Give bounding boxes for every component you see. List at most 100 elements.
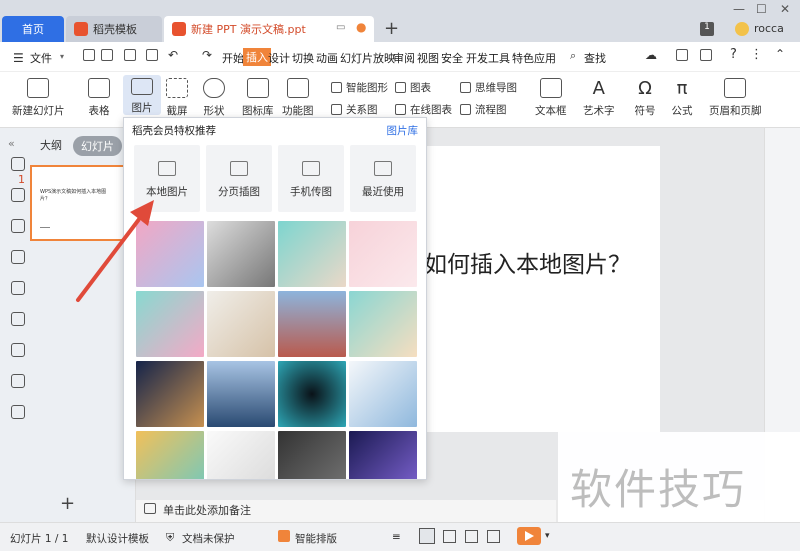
stock-image[interactable] bbox=[207, 221, 275, 287]
stock-image[interactable] bbox=[278, 431, 346, 479]
flow-chart-button[interactable]: 流程图 bbox=[460, 102, 507, 117]
help-icon[interactable]: ? bbox=[730, 47, 737, 62]
notes-placeholder[interactable]: 单击此处添加备注 bbox=[163, 502, 251, 518]
avatar[interactable] bbox=[735, 22, 749, 36]
stock-image[interactable] bbox=[349, 361, 417, 427]
header-footer-button[interactable]: 页眉和页脚 bbox=[709, 78, 762, 118]
stock-image[interactable] bbox=[207, 431, 275, 479]
menu-design[interactable]: 设计 bbox=[268, 50, 290, 66]
stock-image[interactable] bbox=[136, 431, 204, 479]
stock-image[interactable] bbox=[207, 361, 275, 427]
menu-review[interactable]: 审阅 bbox=[393, 50, 415, 66]
phone-upload-button[interactable]: 手机传图 bbox=[278, 145, 344, 212]
recent-button[interactable]: 最近使用 bbox=[350, 145, 416, 212]
bar-chart-icon[interactable] bbox=[11, 312, 25, 326]
image-pane-icon[interactable] bbox=[11, 374, 25, 388]
screenshot-button[interactable]: 截屏 bbox=[166, 78, 188, 118]
animation-icon[interactable] bbox=[11, 157, 25, 171]
protect-status[interactable]: 文档未保护 bbox=[182, 531, 235, 546]
icon-library-button[interactable]: 图标库 bbox=[242, 78, 274, 118]
art-text-button[interactable]: A 艺术字 bbox=[583, 78, 615, 118]
stock-image[interactable] bbox=[278, 361, 346, 427]
adjust-icon[interactable] bbox=[11, 343, 25, 357]
play-button[interactable] bbox=[517, 527, 541, 545]
preview-icon[interactable] bbox=[146, 49, 158, 61]
add-slide-button[interactable]: + bbox=[60, 493, 75, 514]
slide-title[interactable]: 如何插入本地图片？ bbox=[424, 250, 634, 281]
theme-name[interactable]: 默认设计模板 bbox=[86, 531, 149, 546]
screen-icon[interactable]: ▭ bbox=[336, 22, 345, 33]
hamburger-icon[interactable]: ☰ bbox=[13, 51, 24, 65]
export-pane-icon[interactable] bbox=[11, 405, 25, 419]
smart-shape-button[interactable]: 智能图形 bbox=[331, 80, 388, 95]
search-icon[interactable]: ⌕ bbox=[570, 49, 576, 63]
reading-view-icon[interactable] bbox=[465, 530, 478, 543]
stock-image[interactable] bbox=[136, 361, 204, 427]
function-chart-button[interactable]: 功能图 bbox=[282, 78, 314, 118]
stock-image[interactable] bbox=[278, 221, 346, 287]
page-illustration-button[interactable]: 分页插图 bbox=[206, 145, 272, 212]
shape-pane-icon[interactable] bbox=[11, 219, 25, 233]
menu-animation[interactable]: 动画 bbox=[316, 50, 338, 66]
stock-image[interactable] bbox=[349, 431, 417, 479]
chevron-down-icon[interactable]: ▾ bbox=[60, 52, 64, 61]
menu-insert[interactable]: 插入 bbox=[243, 48, 271, 66]
play-chevron-down-icon[interactable]: ▾ bbox=[545, 531, 550, 541]
notes-view-icon[interactable] bbox=[487, 530, 500, 543]
user-name[interactable]: rocca bbox=[754, 22, 784, 35]
slide-canvas[interactable] bbox=[424, 146, 660, 432]
window-count-badge[interactable]: 1 bbox=[700, 22, 714, 36]
menu-developer[interactable]: 开发工具 bbox=[466, 50, 510, 66]
stock-image[interactable] bbox=[207, 291, 275, 357]
undo-icon[interactable]: ↶ bbox=[168, 48, 178, 62]
print-icon[interactable] bbox=[124, 49, 136, 61]
close-icon[interactable]: ✕ bbox=[780, 2, 790, 16]
menu-features[interactable]: 特色应用 bbox=[512, 50, 556, 66]
align-icon[interactable]: ≡ bbox=[392, 531, 401, 543]
stock-image[interactable] bbox=[349, 291, 417, 357]
menu-start[interactable]: 开始 bbox=[222, 50, 244, 66]
online-chart-button[interactable]: 在线图表 bbox=[395, 102, 452, 117]
mind-map-button[interactable]: 思维导图 bbox=[460, 80, 517, 95]
more-icon[interactable]: ⋮ bbox=[750, 47, 763, 62]
grid-icon[interactable] bbox=[11, 281, 25, 295]
cloud-icon[interactable]: ☁ bbox=[645, 48, 657, 62]
fill-icon[interactable] bbox=[11, 250, 25, 264]
symbol-button[interactable]: Ω 符号 bbox=[634, 78, 656, 118]
menu-transition[interactable]: 切换 bbox=[292, 50, 314, 66]
collapse-panel-icon[interactable]: « bbox=[8, 137, 15, 150]
picture-button[interactable]: 图片 bbox=[123, 75, 161, 115]
menu-view[interactable]: 视图 bbox=[417, 50, 439, 66]
chart-button[interactable]: 图表 bbox=[395, 80, 431, 95]
share-icon[interactable] bbox=[676, 49, 688, 61]
menu-security[interactable]: 安全 bbox=[441, 50, 463, 66]
tab-slides[interactable]: 幻灯片 bbox=[73, 136, 122, 156]
shape-button[interactable]: 形状 bbox=[203, 78, 225, 118]
tab-outline[interactable]: 大纲 bbox=[40, 137, 62, 153]
export-icon[interactable] bbox=[101, 49, 113, 61]
tab-template[interactable]: 稻壳模板 bbox=[66, 16, 162, 42]
stock-image[interactable] bbox=[349, 221, 417, 287]
sorter-view-icon[interactable] bbox=[443, 530, 456, 543]
stock-image[interactable] bbox=[278, 291, 346, 357]
table-button[interactable]: 表格 bbox=[88, 78, 110, 118]
collapse-ribbon-icon[interactable]: ⌃ bbox=[775, 47, 785, 61]
relation-button[interactable]: 关系图 bbox=[331, 102, 378, 117]
menu-slideshow[interactable]: 幻灯片放映 bbox=[340, 50, 395, 66]
tab-document[interactable]: 新建 PPT 演示文稿.ppt ▭ ● bbox=[164, 16, 374, 42]
new-slide-button[interactable]: 新建幻灯片 bbox=[12, 78, 65, 118]
picture-library-link[interactable]: 图片库 bbox=[387, 123, 419, 138]
maximize-icon[interactable]: ☐ bbox=[756, 2, 767, 16]
redo-icon[interactable]: ↷ bbox=[202, 48, 212, 62]
menu-file[interactable]: 文件 bbox=[30, 50, 52, 66]
transition-icon[interactable] bbox=[11, 188, 25, 202]
add-tab-button[interactable]: + bbox=[384, 18, 399, 39]
normal-view-icon[interactable] bbox=[419, 528, 435, 544]
tab-home[interactable]: 首页 bbox=[2, 16, 64, 42]
textbox-button[interactable]: 文本框 bbox=[535, 78, 567, 118]
minimize-icon[interactable]: — bbox=[733, 2, 745, 16]
smart-layout-button[interactable]: 智能排版 bbox=[295, 531, 337, 546]
collab-icon[interactable] bbox=[700, 49, 712, 61]
save-icon[interactable] bbox=[83, 49, 95, 61]
formula-button[interactable]: π 公式 bbox=[671, 78, 693, 118]
